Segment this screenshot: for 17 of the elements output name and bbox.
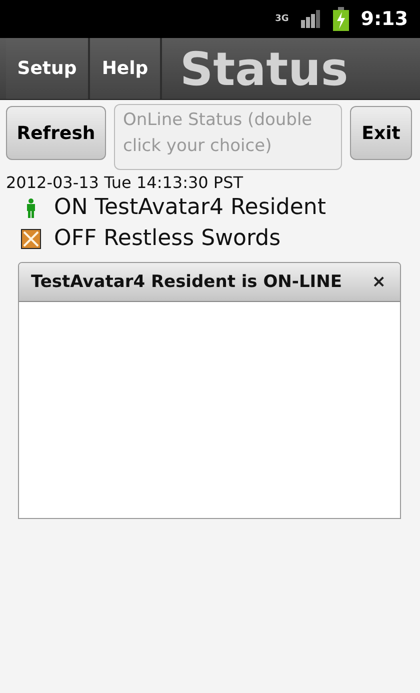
- person-icon: [26, 198, 36, 218]
- signal-icon: [300, 10, 321, 28]
- battery-icon: [332, 7, 349, 31]
- dialog-title: TestAvatar4 Resident is ON-LINE: [31, 272, 342, 292]
- contact-label[interactable]: ON TestAvatar4 Resident: [54, 195, 326, 220]
- network-type: 3G: [275, 14, 289, 24]
- contact-label[interactable]: OFF Restless Swords: [54, 226, 281, 251]
- status-field[interactable]: OnLine Status (double click your choice): [114, 104, 342, 170]
- exit-button[interactable]: Exit: [350, 106, 412, 160]
- timestamp: 2012-03-13 Tue 14:13:30 PST: [6, 173, 244, 192]
- close-button[interactable]: ×: [372, 272, 386, 292]
- menu-item[interactable]: Help: [90, 38, 162, 99]
- clock: 9:13: [360, 8, 408, 30]
- menu-item[interactable]: Setup: [6, 38, 90, 99]
- crossed-box-icon: [21, 228, 41, 248]
- refresh-button[interactable]: Refresh: [6, 106, 106, 160]
- screen-title: Status: [180, 46, 348, 92]
